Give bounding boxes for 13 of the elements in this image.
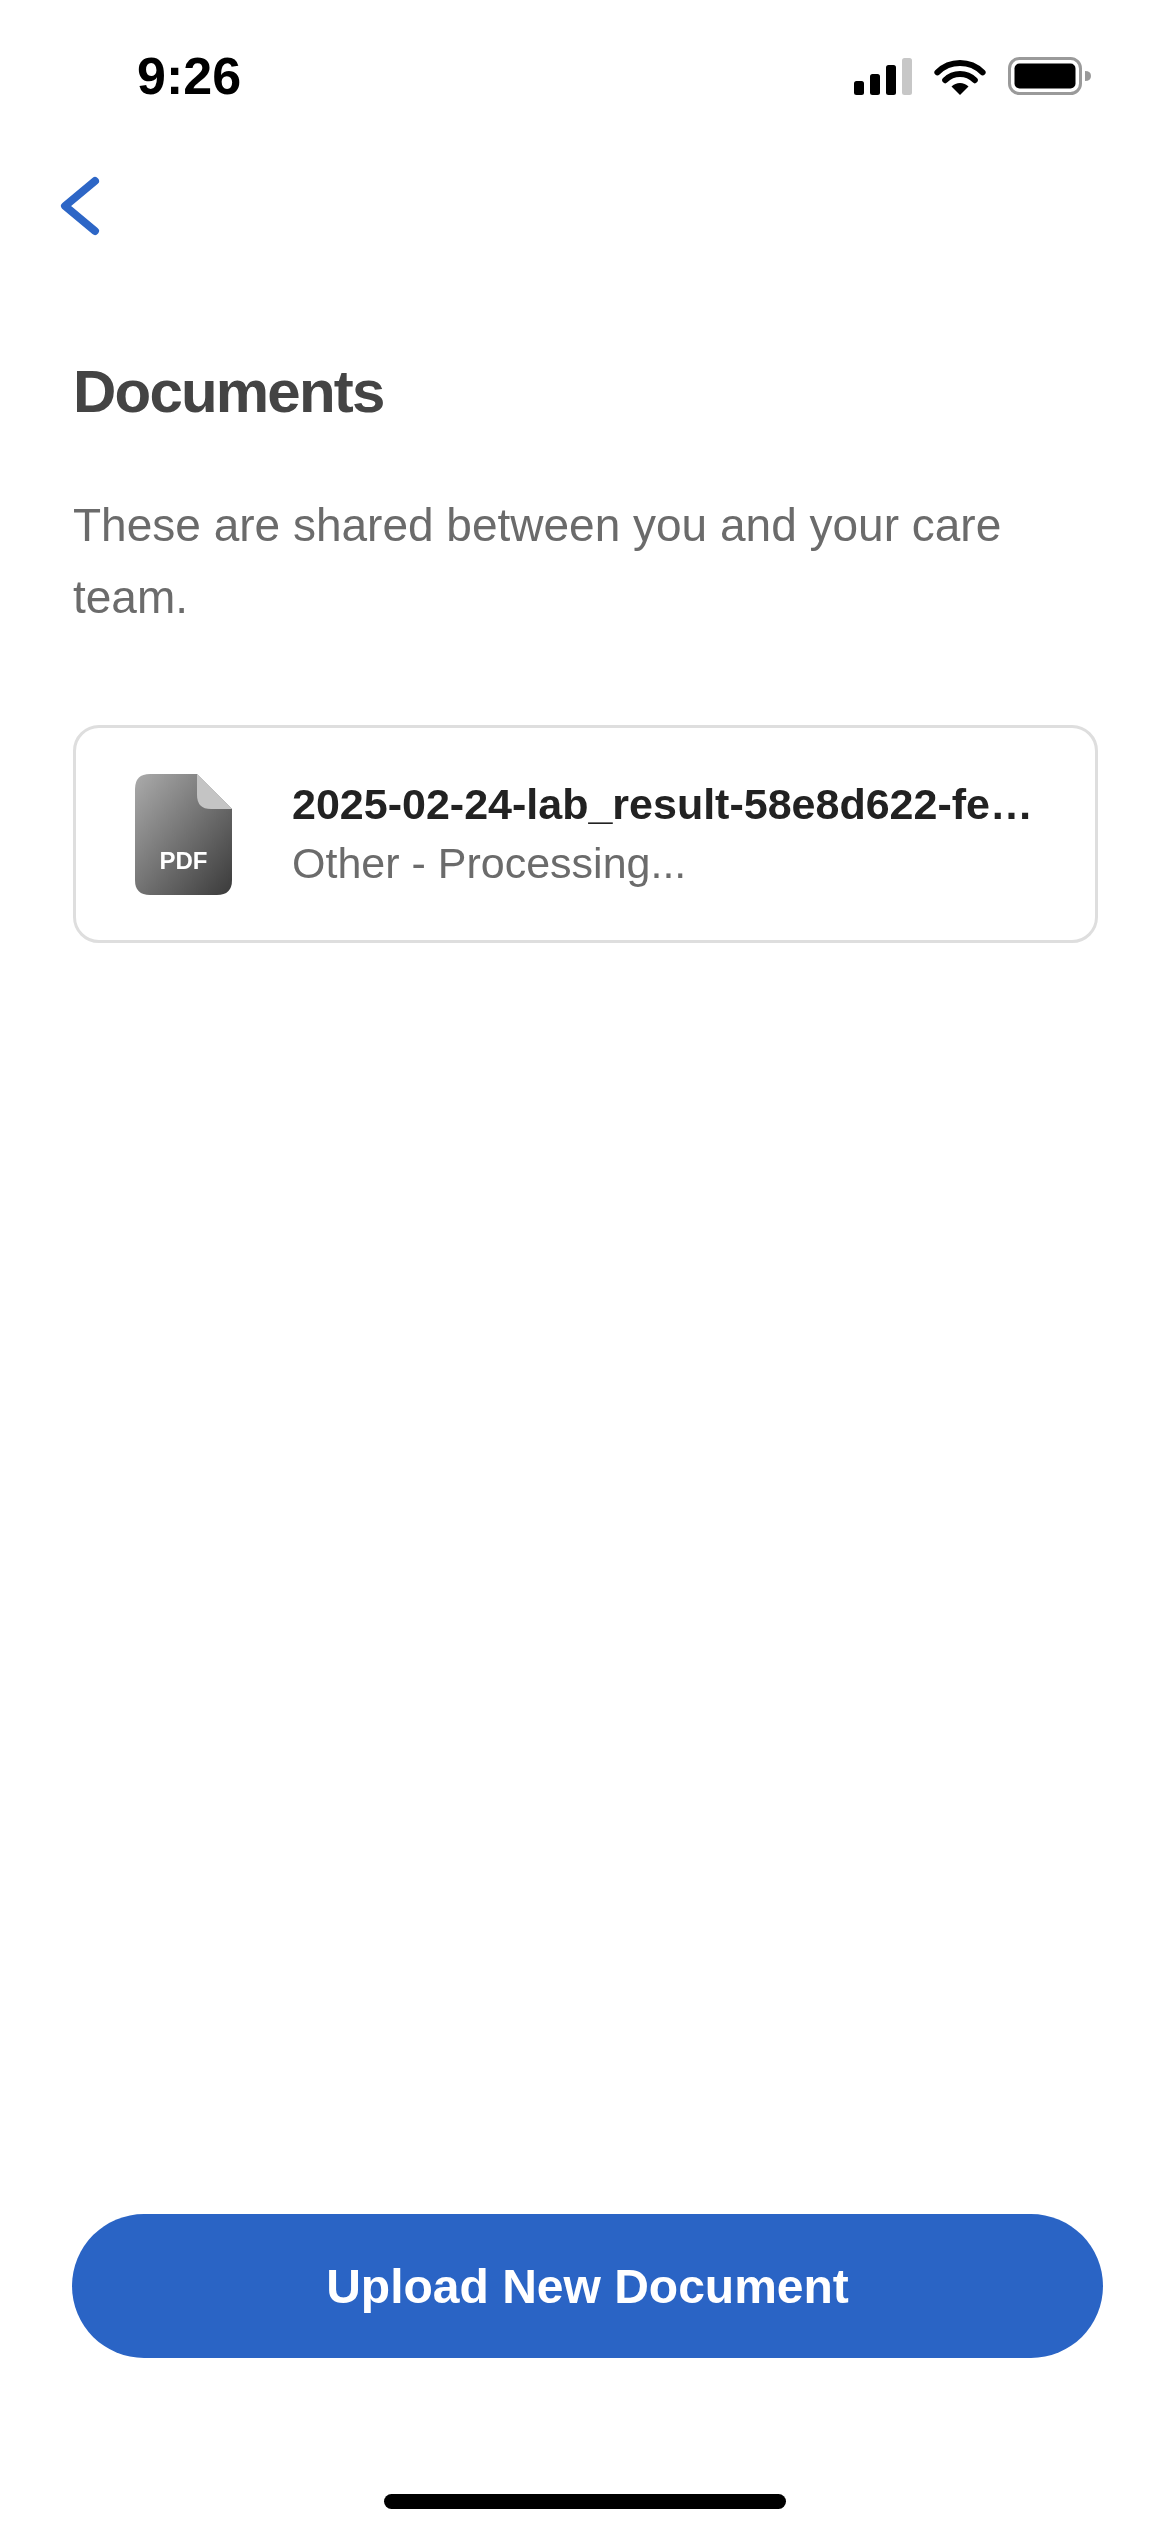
wifi-icon [934, 57, 986, 95]
document-name: 2025-02-24-lab_result-58e8d622-fe… [292, 779, 1033, 830]
page-title: Documents [73, 357, 385, 427]
cellular-signal-icon [854, 57, 912, 95]
back-icon [60, 176, 100, 236]
pdf-file-icon: PDF [135, 773, 232, 895]
upload-button[interactable]: Upload New Document [72, 2214, 1103, 2358]
back-button[interactable] [60, 176, 100, 236]
document-status: Other - Processing... [292, 838, 687, 889]
battery-icon [1008, 57, 1091, 95]
document-card[interactable]: PDF 2025-02-24-lab_result-58e8d622-fe… Other - Processing... [73, 725, 1098, 943]
status-time: 9:26 [137, 50, 242, 102]
page-description: These are shared between you and your care team. [73, 498, 1003, 625]
